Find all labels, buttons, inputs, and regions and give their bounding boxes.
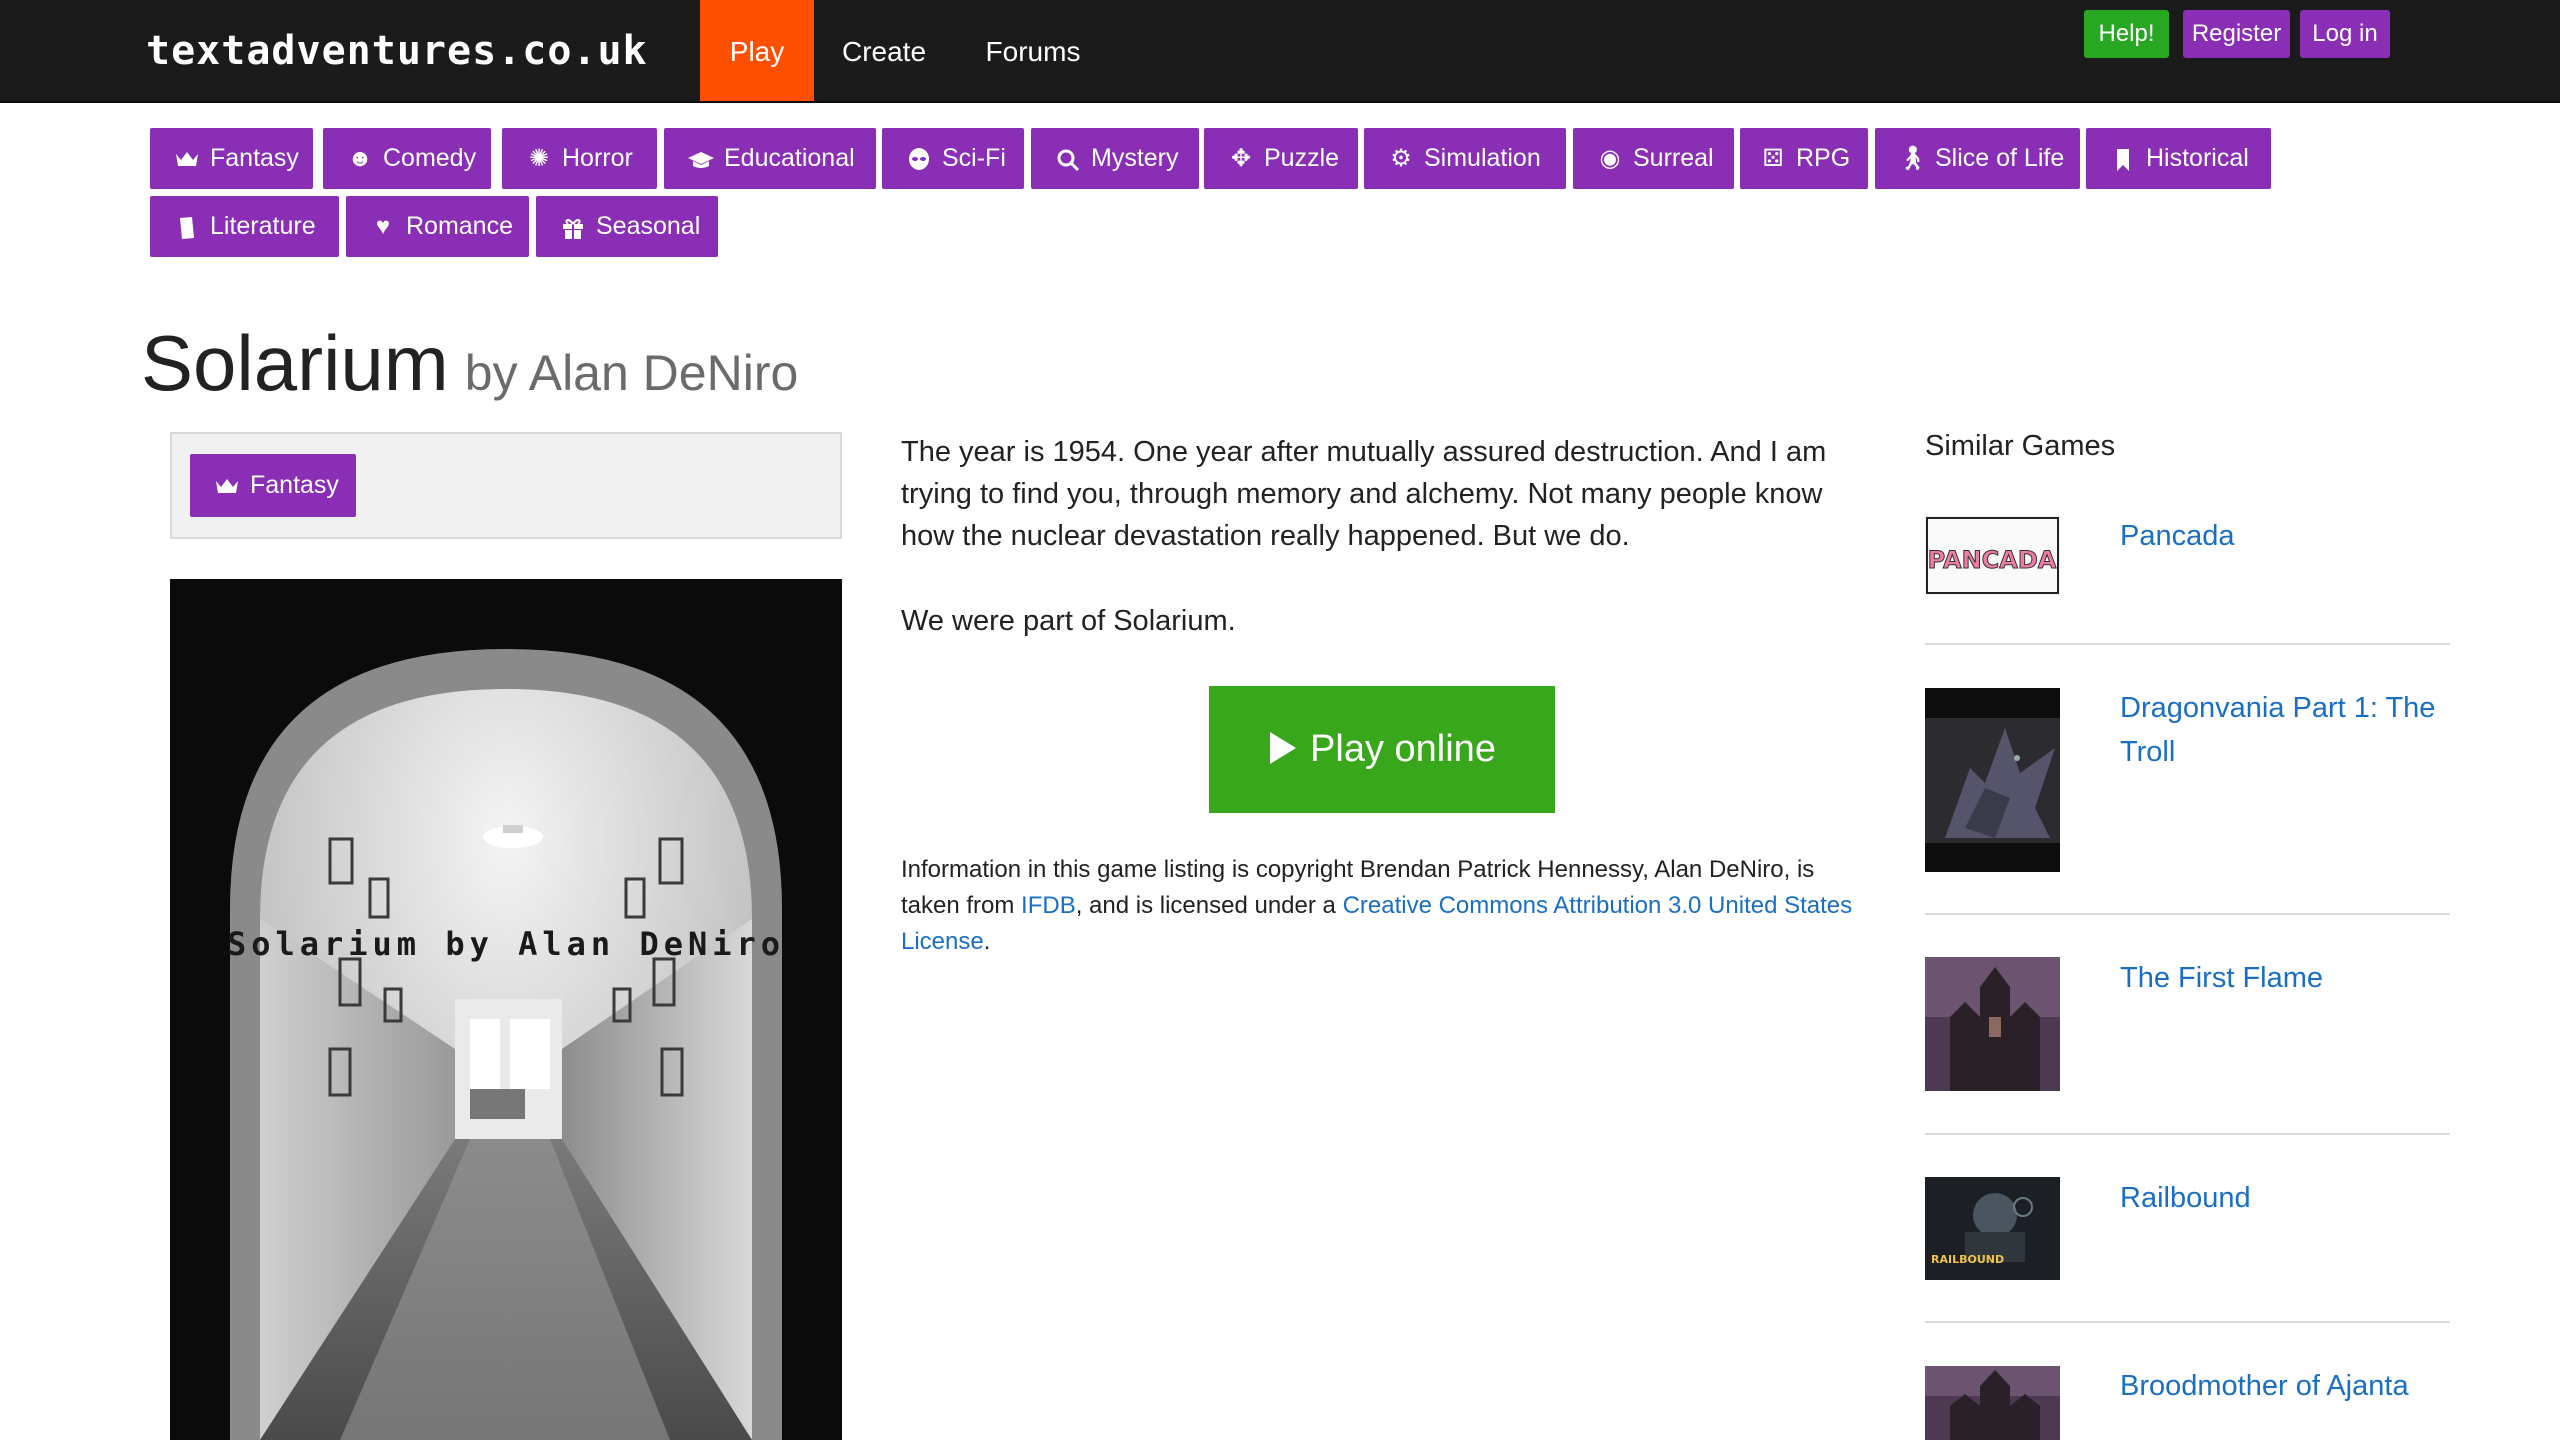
thumb-text: PANCADA [1928,546,2057,574]
category-label: Simulation [1424,144,1541,172]
alien-icon [904,128,934,189]
register-button[interactable]: Register [2183,10,2290,58]
category-seasonal[interactable]: Seasonal [536,196,718,257]
genre-tag-fantasy[interactable]: Fantasy [190,454,356,517]
play-online-button[interactable]: Play online [1209,686,1555,813]
puzzle-icon: ✥ [1230,145,1252,172]
similar-game-thumb[interactable]: RAILBOUND [1925,1177,2060,1280]
license-text: Information in this game listing is copy… [901,852,1871,960]
genre-box: Fantasy [170,432,842,539]
divider [1925,1133,2450,1135]
thumb-text: RAILBOUND [1931,1253,2004,1266]
divider [1925,1321,2450,1323]
railbound-thumb-art: RAILBOUND [1925,1177,2060,1280]
category-historical[interactable]: Historical [2086,128,2271,189]
cover-title-text: Solarium by Alan DeNiro [227,925,785,963]
gears-icon: ⚙ [1390,145,1412,172]
game-cover-image[interactable]: Solarium by Alan DeNiro [170,579,842,1440]
category-simulation[interactable]: ⚙ Simulation [1364,128,1566,189]
category-label: Horror [562,144,633,172]
site-logo[interactable]: textadventures.co.uk [146,26,648,76]
similar-game-link[interactable]: Pancada [2120,514,2460,558]
top-navbar: textadventures.co.uk Play Create Forums … [0,0,2560,103]
category-mystery[interactable]: Mystery [1031,128,1199,189]
game-author: by Alan DeNiro [464,345,799,401]
category-surreal[interactable]: ◉ Surreal [1573,128,1734,189]
first-flame-thumb-art [1925,957,2060,1091]
spiral-icon: ◉ [1599,145,1621,172]
nav-play[interactable]: Play [700,0,814,101]
similar-game-link[interactable]: Broodmother of Ajanta [2120,1364,2460,1408]
category-fantasy[interactable]: Fantasy [150,128,313,189]
game-description-p1: The year is 1954. One year after mutuall… [901,436,1827,552]
category-comedy[interactable]: ☻ Comedy [323,128,491,189]
similar-games-heading: Similar Games [1925,430,2116,462]
similar-game-link[interactable]: Dragonvania Part 1: The Troll [2120,686,2460,774]
category-label: Puzzle [1264,144,1340,172]
divider [1925,913,2450,915]
graduation-cap-icon [686,128,716,189]
category-label: Mystery [1091,144,1179,172]
similar-game-link[interactable]: Railbound [2120,1176,2460,1220]
nav-forums[interactable]: Forums [972,0,1094,101]
category-label: Surreal [1633,144,1714,172]
category-label: Fantasy [210,144,299,172]
category-label: Historical [2146,144,2249,172]
category-label: Literature [210,212,316,240]
similar-game-thumb[interactable] [1925,1366,2060,1440]
category-sci-fi[interactable]: Sci-Fi [882,128,1024,189]
play-icon [1268,728,1310,770]
spider-icon: ✺ [528,145,550,172]
game-description-p2: We were part of Solarium. [901,605,1236,637]
category-label: Sci-Fi [942,144,1006,172]
bookmark-icon [2108,128,2138,189]
license-text-part: , and is licensed under a [1075,892,1343,919]
crown-icon [212,454,242,517]
magnifier-icon [1053,128,1083,189]
category-romance[interactable]: ♥ Romance [346,196,529,257]
category-horror[interactable]: ✺ Horror [502,128,657,189]
dragonvania-thumb-art [1925,688,2060,872]
cover-artwork: Solarium by Alan DeNiro [170,579,842,1440]
category-rpg[interactable]: ⚄ RPG [1740,128,1868,189]
category-label: Educational [724,144,855,172]
category-label: RPG [1796,144,1851,172]
category-label: Romance [406,212,513,240]
game-title: Solarium [141,319,449,407]
genre-tag-label: Fantasy [250,471,339,499]
similar-game-thumb[interactable] [1925,957,2060,1091]
book-icon [172,196,202,257]
similar-game-thumb[interactable] [1925,688,2060,872]
license-text-part: . [983,928,991,955]
game-heading: Solarium by Alan DeNiro [141,318,798,408]
similar-game-thumb[interactable]: PANCADA [1925,516,2060,595]
category-slice-of-life[interactable]: 🚶︎ Slice of Life [1875,128,2080,189]
category-label: Slice of Life [1935,144,2065,172]
divider [1925,643,2450,645]
gift-icon [558,196,588,257]
category-educational[interactable]: Educational [664,128,876,189]
smiley-icon: ☻ [347,145,373,172]
heart-icon: ♥ [375,213,391,240]
category-label: Comedy [383,144,477,172]
category-literature[interactable]: Literature [150,196,339,257]
category-label: Seasonal [596,212,701,240]
broodmother-thumb-art [1925,1366,2060,1440]
dice-icon: ⚄ [1762,145,1784,172]
crown-icon [172,128,202,189]
walking-person-icon: 🚶︎ [1897,145,1928,172]
login-button[interactable]: Log in [2300,10,2390,58]
help-button[interactable]: Help! [2084,10,2169,58]
pancada-thumb-art: PANCADA [1926,517,2059,594]
similar-game-link[interactable]: The First Flame [2120,956,2460,1000]
category-puzzle[interactable]: ✥ Puzzle [1204,128,1358,189]
play-online-label: Play online [1310,728,1496,770]
nav-create[interactable]: Create [828,0,940,101]
ifdb-link[interactable]: IFDB [1021,892,1076,919]
